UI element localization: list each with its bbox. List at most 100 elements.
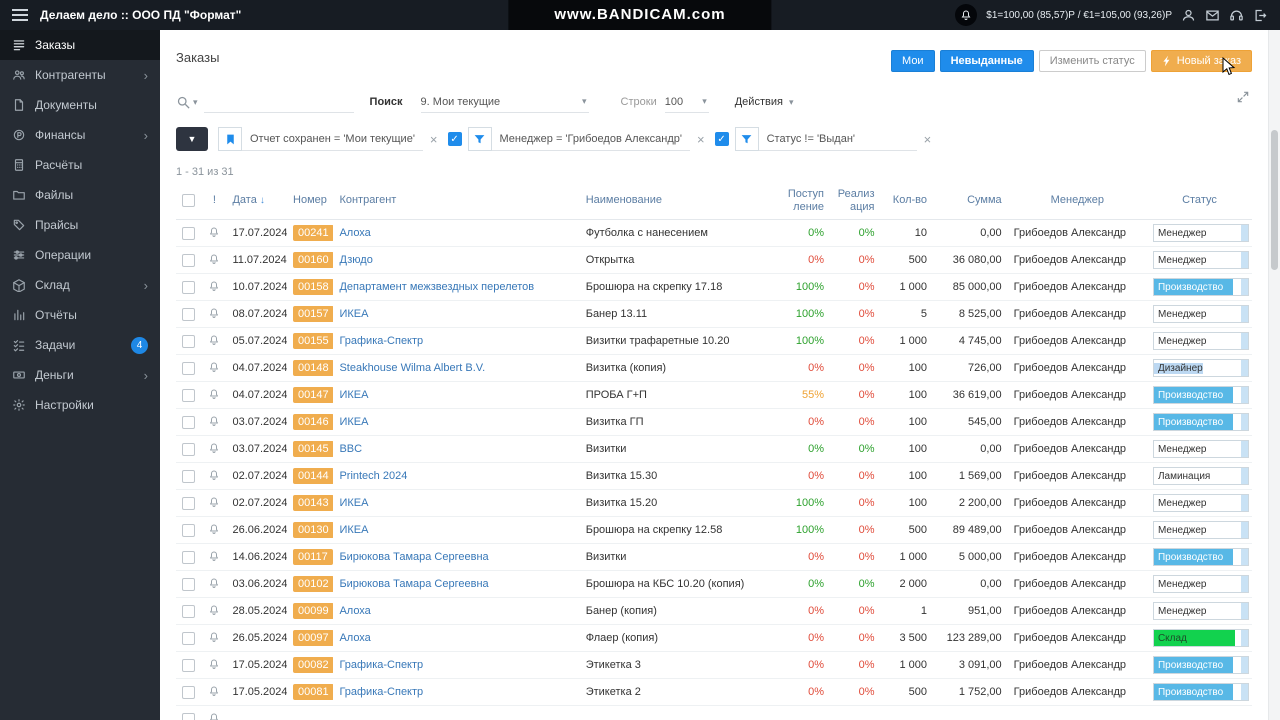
order-number-badge[interactable]: 00157	[293, 306, 334, 323]
row-checkbox[interactable]	[182, 442, 195, 456]
row-checkbox[interactable]	[182, 469, 195, 483]
sidebar-item-otchety[interactable]: Отчёты	[0, 300, 160, 330]
status-select[interactable]: Менеджер	[1152, 521, 1249, 540]
status-select[interactable]: Менеджер	[1152, 602, 1249, 621]
contractor-link[interactable]: Графика-Спектр	[339, 335, 423, 347]
order-number-badge[interactable]: 00160	[293, 252, 334, 269]
menu-icon[interactable]	[0, 9, 34, 21]
bell-icon[interactable]	[208, 550, 220, 562]
col-name[interactable]: Наименование	[579, 184, 780, 221]
row-checkbox[interactable]	[182, 361, 195, 375]
sidebar-item-praisy[interactable]: Прайсы	[0, 210, 160, 240]
row-checkbox[interactable]	[182, 388, 195, 402]
order-number-badge[interactable]: 00082	[293, 657, 334, 674]
bell-icon[interactable]	[208, 523, 220, 535]
bell-icon[interactable]	[208, 658, 220, 670]
contractor-link[interactable]: Printech 2024	[339, 470, 407, 482]
order-number-badge[interactable]: 00144	[293, 468, 334, 485]
order-number-badge[interactable]: 00102	[293, 576, 334, 593]
change-status-button[interactable]: Изменить статус	[1038, 50, 1146, 72]
mail-icon[interactable]	[1205, 8, 1220, 23]
order-number-badge[interactable]: 00117	[293, 549, 333, 566]
bell-icon[interactable]	[208, 388, 220, 400]
order-number-badge[interactable]: 00147	[293, 387, 334, 404]
col-date[interactable]: Дата ↓	[226, 184, 288, 221]
contractor-link[interactable]: ИКЕА	[339, 524, 368, 536]
contractor-link[interactable]: Бирюкова Тамара Сергеевна	[339, 578, 488, 590]
contractor-link[interactable]: ИКЕА	[339, 389, 368, 401]
search-icon[interactable]	[176, 95, 191, 110]
contractor-link[interactable]: Дзюдо	[339, 254, 372, 266]
order-number-badge[interactable]: 00081	[293, 684, 334, 701]
funnel-icon[interactable]	[467, 127, 492, 151]
row-checkbox[interactable]	[182, 631, 195, 645]
search-input[interactable]	[203, 91, 354, 113]
sidebar-item-sklad[interactable]: Склад ›	[0, 270, 160, 300]
filter-checkbox[interactable]: ✓	[447, 132, 462, 146]
user-icon[interactable]	[1181, 8, 1196, 23]
row-checkbox[interactable]	[182, 658, 195, 672]
row-checkbox[interactable]	[182, 334, 195, 348]
row-checkbox[interactable]	[182, 415, 195, 429]
col-contractor[interactable]: Контрагент	[333, 184, 580, 221]
close-icon[interactable]: ×	[697, 132, 705, 147]
row-checkbox[interactable]	[182, 253, 195, 267]
bell-icon[interactable]	[208, 442, 220, 454]
status-select[interactable]: Склад	[1152, 629, 1249, 648]
order-number-badge[interactable]: 00241	[293, 225, 334, 242]
unissued-button[interactable]: Невыданные	[939, 50, 1034, 72]
expand-icon[interactable]	[1236, 90, 1250, 104]
actions-dropdown[interactable]: Действия ▾	[735, 96, 796, 108]
bell-icon[interactable]	[208, 415, 220, 427]
scrollbar-thumb[interactable]	[1271, 130, 1278, 270]
order-number-badge[interactable]: 00097	[293, 630, 334, 647]
contractor-link[interactable]: ИКЕА	[339, 497, 368, 509]
select-all-checkbox[interactable]	[182, 194, 195, 208]
sidebar-item-raschety[interactable]: Расчёты	[0, 150, 160, 180]
row-checkbox[interactable]	[182, 577, 195, 591]
sidebar-item-zakazy[interactable]: Заказы	[0, 30, 160, 60]
sidebar-item-dokumenty[interactable]: Документы	[0, 90, 160, 120]
sidebar-item-finansy[interactable]: Финансы ›	[0, 120, 160, 150]
contractor-link[interactable]: Steakhouse Wilma Albert B.V.	[339, 362, 485, 374]
contractor-link[interactable]: Алоха	[339, 605, 370, 617]
bell-icon[interactable]	[208, 577, 220, 589]
bell-icon[interactable]	[208, 226, 220, 238]
status-select[interactable]: Менеджер	[1152, 224, 1249, 243]
funnel-icon[interactable]	[734, 127, 759, 151]
col-number[interactable]: Номер	[287, 184, 334, 221]
vertical-scrollbar[interactable]	[1268, 30, 1280, 720]
status-select[interactable]: Дизайнер	[1152, 359, 1249, 378]
sidebar-item-faily[interactable]: Файлы	[0, 180, 160, 210]
close-icon[interactable]: ×	[924, 132, 932, 147]
col-status[interactable]: Статус	[1146, 184, 1252, 221]
bookmark-icon[interactable]	[218, 127, 242, 151]
bell-icon[interactable]	[208, 361, 220, 373]
sidebar-item-dengi[interactable]: Деньги ›	[0, 360, 160, 390]
row-checkbox[interactable]	[182, 604, 195, 618]
order-number-badge[interactable]: 00143	[293, 495, 334, 512]
status-select[interactable]: Производство	[1152, 656, 1249, 675]
sidebar-item-operatsii[interactable]: Операции	[0, 240, 160, 270]
row-checkbox[interactable]	[182, 226, 195, 240]
bell-icon[interactable]	[208, 712, 220, 720]
headset-icon[interactable]	[1229, 8, 1244, 23]
contractor-link[interactable]: Алоха	[339, 632, 370, 644]
status-select[interactable]: Производство	[1152, 548, 1249, 567]
col-qty[interactable]: Кол-во	[880, 184, 933, 221]
order-number-badge[interactable]: 00145	[293, 441, 334, 458]
bell-icon[interactable]	[208, 631, 220, 643]
filter-checkbox[interactable]: ✓	[714, 132, 729, 146]
row-checkbox[interactable]	[182, 712, 195, 720]
order-number-badge[interactable]: 00146	[293, 414, 334, 431]
row-checkbox[interactable]	[182, 523, 195, 537]
row-checkbox[interactable]	[182, 550, 195, 564]
col-alert[interactable]: !	[202, 184, 227, 221]
row-checkbox[interactable]	[182, 307, 195, 321]
order-number-badge[interactable]: 00155	[293, 333, 334, 350]
order-number-badge[interactable]: 00099	[293, 603, 334, 620]
contractor-link[interactable]: ИКЕА	[339, 416, 368, 428]
status-select[interactable]: Производство	[1152, 386, 1249, 405]
logout-icon[interactable]	[1253, 8, 1268, 23]
new-order-button[interactable]: Новый заказ	[1150, 50, 1252, 72]
